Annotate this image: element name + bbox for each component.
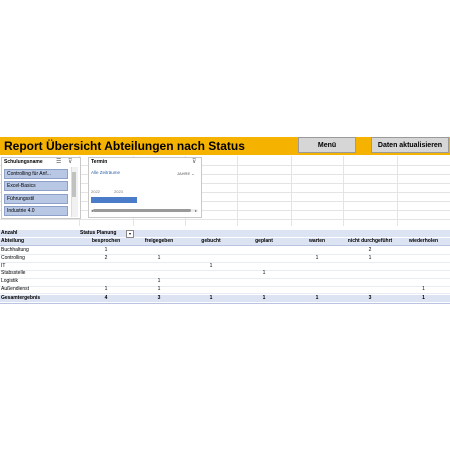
table-cell[interactable]: 4 [80, 295, 132, 302]
column-header: wiederholen [408, 238, 439, 244]
timeline-scroll-thumb[interactable] [93, 209, 191, 212]
slicer-title: Schulungsname [4, 159, 43, 165]
row-label[interactable]: Stabsstelle [1, 270, 25, 277]
table-row: Außendienst 1 1 1 [0, 286, 450, 293]
table-cell[interactable]: 3 [343, 295, 397, 302]
slicer-item[interactable]: Controlling für Anf... [4, 169, 68, 179]
timeline-range-label: Alle Zeiträume [91, 170, 121, 175]
table-cell[interactable]: 1 [397, 295, 450, 302]
pivot-header-row: Anzahl Status Planung ▾ [0, 230, 450, 238]
table-cell[interactable]: 1 [291, 255, 343, 262]
sheet-gridline [0, 219, 450, 220]
multi-select-icon[interactable]: ☰ [56, 158, 61, 165]
table-cell[interactable]: 1 [185, 263, 237, 270]
table-cell[interactable]: 2 [80, 255, 132, 262]
table-cell[interactable]: 1 [133, 286, 185, 293]
clear-filter-icon[interactable]: ⊽ [68, 158, 72, 165]
slicer-item[interactable]: Führungsstil [4, 194, 68, 204]
pivot-column-field: Status Planung [80, 230, 117, 236]
filter-dropdown-icon[interactable]: ▾ [126, 230, 134, 238]
row-label[interactable]: Buchhaltung [1, 247, 29, 254]
pivot-column-header-row: Abteilung besprochen freigegeben gebucht… [0, 238, 450, 245]
clear-filter-icon[interactable]: ⊽ [192, 158, 196, 165]
sheet-gridline [397, 156, 398, 226]
timeline-selection-bar[interactable] [91, 197, 137, 203]
total-label[interactable]: Gesamtergebnis [1, 295, 40, 302]
row-label[interactable]: IT [1, 263, 5, 270]
timeline-title: Termin [91, 159, 108, 165]
pivot-row-field: Abteilung [1, 238, 25, 244]
scroll-right-icon[interactable]: ▸ [195, 208, 197, 213]
table-bottom-line [0, 302, 450, 304]
table-cell[interactable]: 2 [343, 247, 397, 254]
row-label[interactable]: Controlling [1, 255, 25, 262]
slicer-item[interactable]: Industrie 4.0 [4, 206, 68, 216]
pivot-total-row: Gesamtergebnis 4 3 1 1 1 3 1 [0, 294, 450, 302]
slicer-item[interactable]: Excel-Basics [4, 181, 68, 191]
table-cell[interactable]: 1 [291, 295, 343, 302]
table-row: Buchhaltung 1 2 [0, 247, 450, 254]
table-cell[interactable]: 1 [237, 270, 291, 277]
table-row: Controlling 2 1 1 1 [0, 255, 450, 262]
table-cell[interactable]: 1 [80, 286, 132, 293]
table-row: Logistik 1 [0, 278, 450, 285]
column-header: besprochen [91, 238, 121, 244]
table-cell[interactable]: 3 [133, 295, 185, 302]
timeline-year: 2023 [114, 189, 123, 194]
table-row: IT 1 [0, 263, 450, 270]
row-label[interactable]: Logistik [1, 278, 18, 285]
table-row: Stabsstelle 1 [0, 270, 450, 277]
report-title: Report Übersicht Abteilungen nach Status [4, 139, 245, 153]
timeline-level-label: JAHRE [177, 171, 191, 176]
menu-button[interactable]: Menü [298, 137, 356, 153]
slicer-scroll-thumb[interactable] [72, 172, 76, 197]
sheet-gridline [237, 156, 238, 226]
column-header: geplant [255, 238, 273, 244]
pivot-corner-label: Anzahl [1, 230, 18, 236]
table-cell[interactable]: 1 [397, 286, 450, 293]
sheet-gridline [291, 156, 292, 226]
table-cell[interactable]: 1 [133, 255, 185, 262]
timeline-level-dropdown[interactable]: JAHRE ⌄ [177, 171, 195, 176]
sheet-gridline [343, 156, 344, 226]
timeline-year: 2022 [91, 189, 100, 194]
table-cell[interactable]: 1 [80, 247, 132, 254]
column-header: nicht durchgeführt [347, 238, 393, 244]
table-cell[interactable]: 1 [185, 295, 237, 302]
header-divider [0, 245, 450, 246]
column-header: warten [308, 238, 326, 244]
table-cell[interactable]: 1 [133, 278, 185, 285]
column-header: gebucht [201, 238, 221, 244]
column-header: freigegeben [144, 238, 174, 244]
chevron-down-icon: ⌄ [191, 171, 195, 176]
row-label[interactable]: Außendienst [1, 286, 29, 293]
scroll-left-icon[interactable]: ◂ [91, 208, 93, 213]
table-cell[interactable]: 1 [343, 255, 397, 262]
table-cell[interactable]: 1 [237, 295, 291, 302]
refresh-data-button[interactable]: Daten aktualisieren [371, 137, 449, 153]
